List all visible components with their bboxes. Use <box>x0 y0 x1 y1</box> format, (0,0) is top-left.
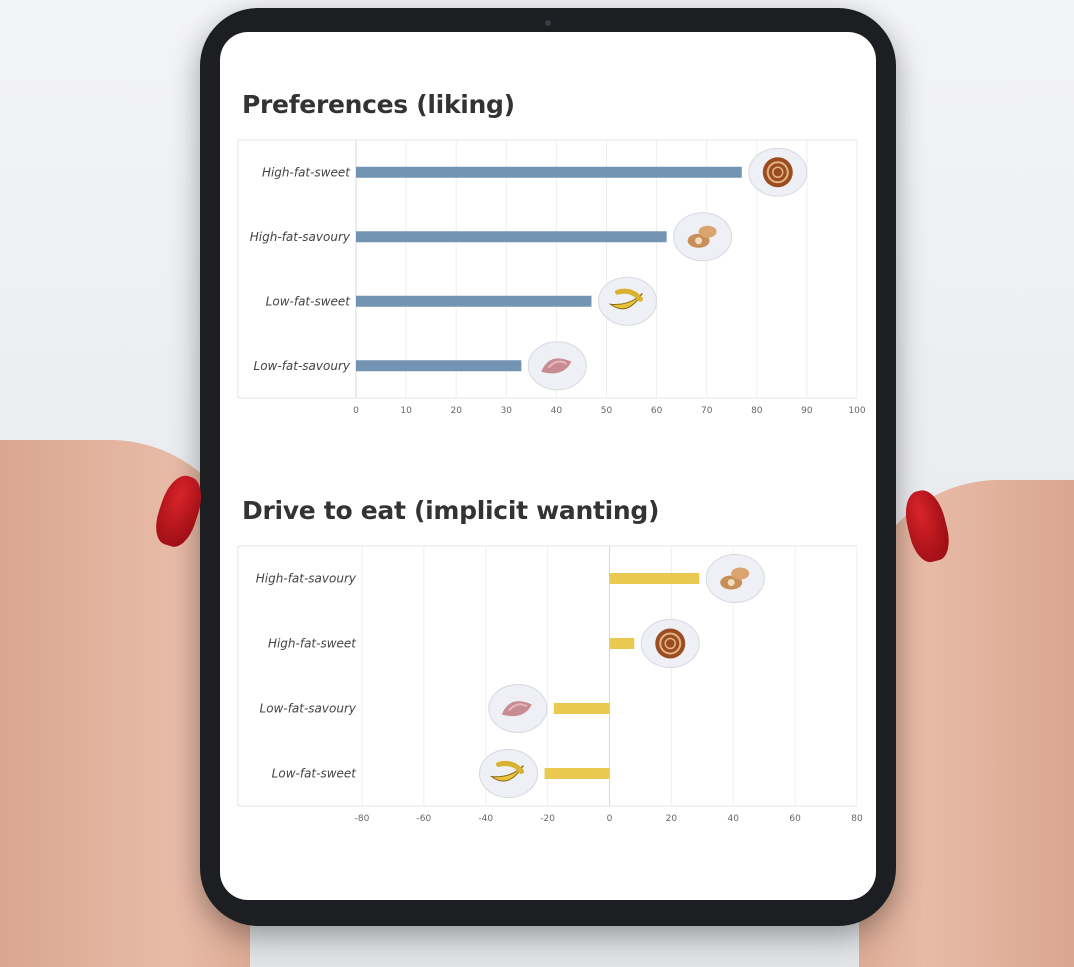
x-tick-label: -20 <box>540 814 555 824</box>
chart-title-wanting: Drive to eat (implicit wanting) <box>242 496 660 525</box>
bar <box>356 360 522 372</box>
bar <box>356 231 667 243</box>
category-label: Low-fat-sweet <box>272 767 358 781</box>
chart-liking: 0 10 20 30 40 50 60 70 80 90 100 High-fat-sweet High… <box>237 139 866 416</box>
x-tick-label: 20 <box>450 406 462 416</box>
bar <box>609 573 700 584</box>
x-tick-label: 70 <box>701 406 713 416</box>
x-tick-label: 60 <box>789 814 801 824</box>
x-tick-label: 80 <box>851 814 863 824</box>
category-label: High-fat-savoury <box>250 230 351 244</box>
x-tick-label: 0 <box>607 814 613 824</box>
bar <box>553 703 610 714</box>
category-label: Low-fat-savoury <box>254 359 351 373</box>
x-tick-label: 20 <box>666 814 678 824</box>
x-tick-label: 80 <box>751 406 763 416</box>
x-tick-label: -40 <box>478 814 493 824</box>
ham-icon <box>488 684 548 733</box>
x-tick-label: 100 <box>848 406 865 416</box>
category-label: High-fat-sweet <box>268 637 357 651</box>
bar <box>544 768 610 779</box>
x-tick-label: 30 <box>501 406 513 416</box>
bar <box>356 295 592 307</box>
x-tick-label: 40 <box>551 406 563 416</box>
x-tick-label: 90 <box>801 406 813 416</box>
chart-title-liking: Preferences (liking) <box>242 90 515 119</box>
x-tick-label: 40 <box>728 814 740 824</box>
category-label: Low-fat-sweet <box>266 294 352 308</box>
x-tick-label: 10 <box>400 406 412 416</box>
x-tick-label: 50 <box>601 406 613 416</box>
pastry-icon <box>748 147 808 197</box>
tablet-screen: Preferences (liking) 0 10 20 30 40 50 60 70 80 90… <box>220 32 876 900</box>
x-tick-label: -60 <box>417 814 432 824</box>
x-tick-label: -80 <box>355 814 370 824</box>
pastry-icon <box>640 619 700 668</box>
roll-icon <box>673 212 733 262</box>
banana-icon <box>597 276 657 326</box>
camera-icon <box>545 20 551 26</box>
category-label: High-fat-savoury <box>256 572 357 586</box>
category-label: Low-fat-savoury <box>260 702 357 716</box>
x-tick-label: 60 <box>651 406 663 416</box>
bar <box>609 638 635 649</box>
banana-icon <box>479 749 539 798</box>
ham-icon <box>527 341 587 391</box>
chart-wanting: -80 -60 -40 -20 0 20 40 60 80 High-fat-savoury Hig… <box>237 545 863 824</box>
roll-icon <box>705 554 765 603</box>
x-tick-label: 0 <box>353 406 359 416</box>
category-label: High-fat-sweet <box>262 165 351 179</box>
tablet-device: Preferences (liking) 0 10 20 30 40 50 60 70 80 90… <box>200 8 896 926</box>
bar <box>356 166 742 178</box>
